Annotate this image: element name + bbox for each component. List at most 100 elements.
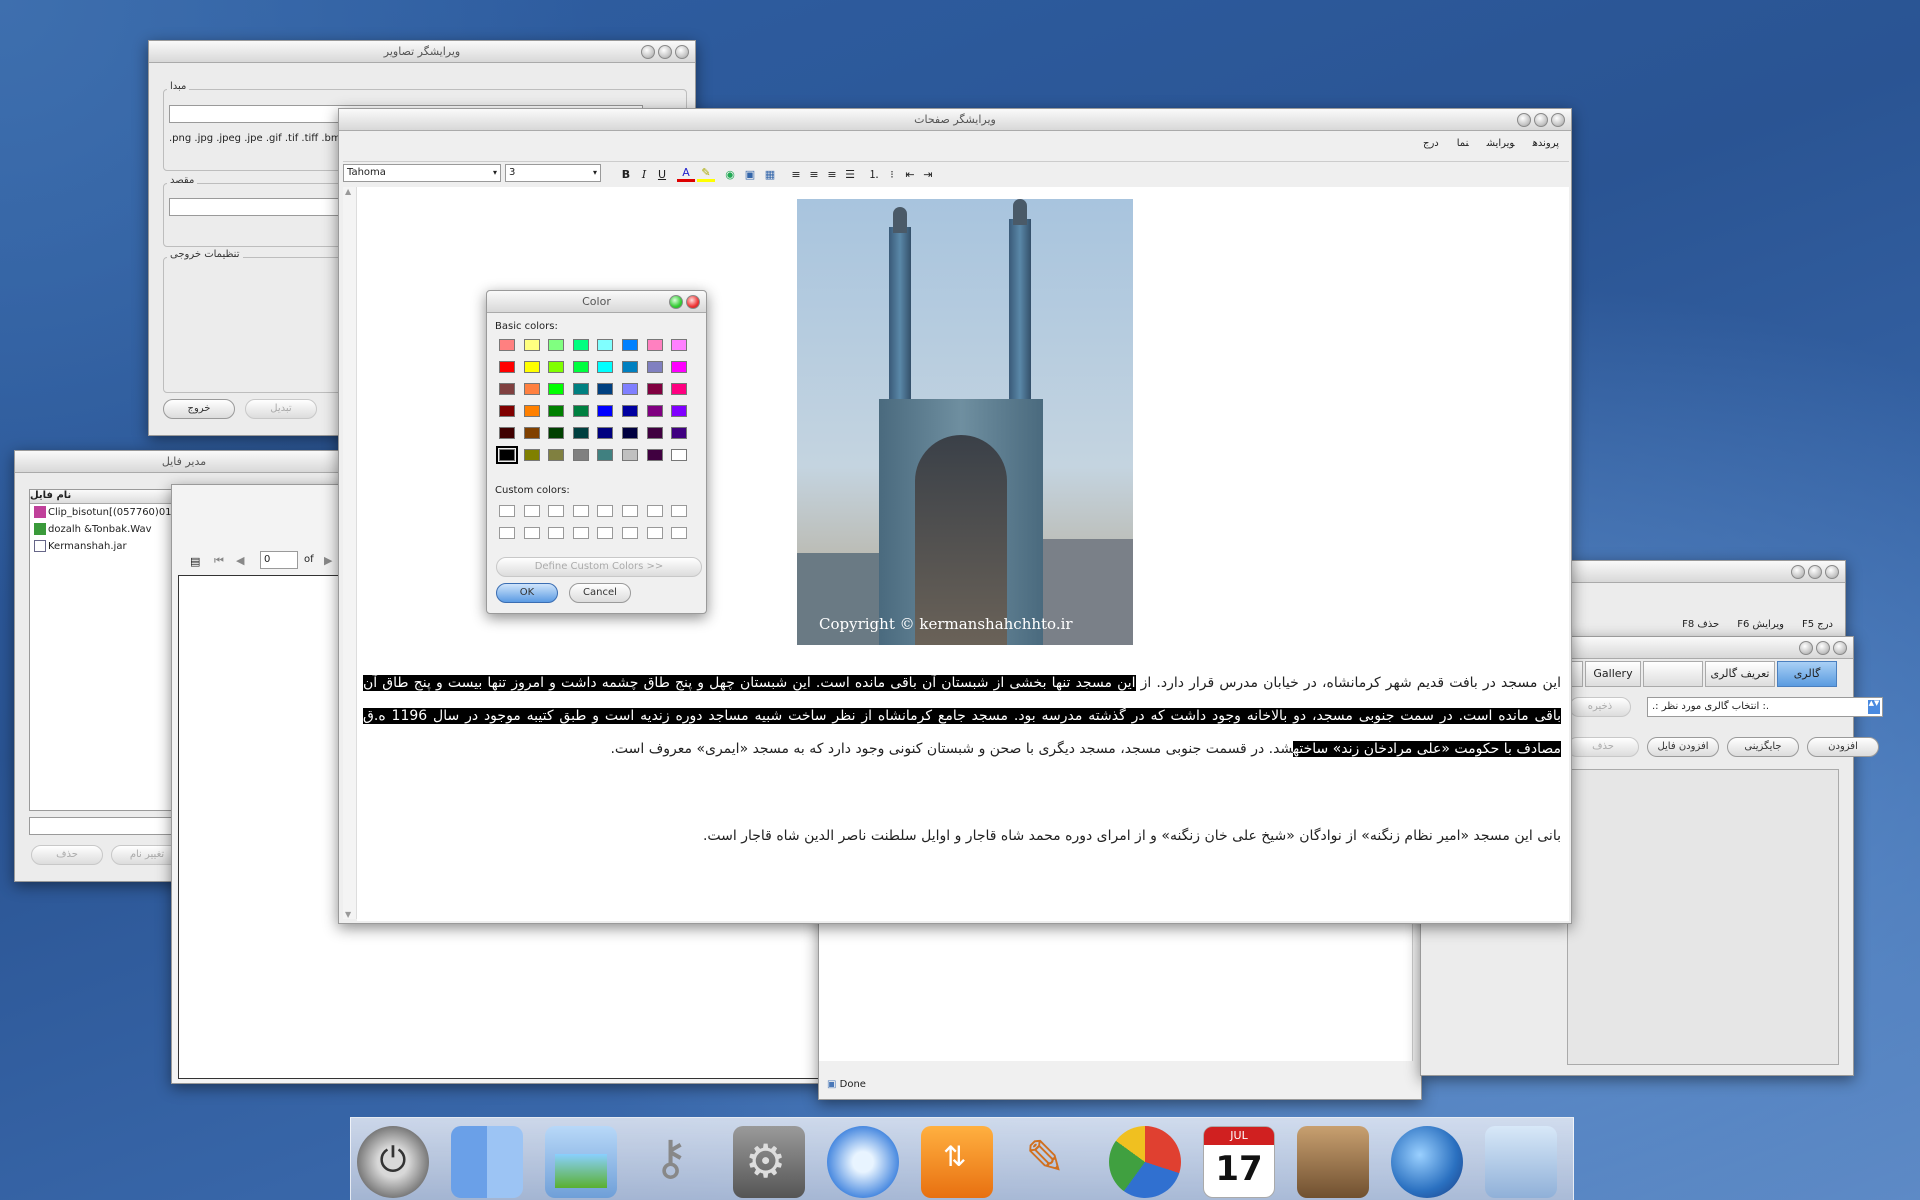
minimize-icon[interactable] [1799,641,1813,655]
cancel-button[interactable]: Cancel [569,583,631,603]
first-page-icon[interactable]: ⏮ [214,554,224,568]
file-manager-titlebar[interactable]: مدیر فایل [15,451,353,473]
justify-icon[interactable]: ☰ [841,166,859,184]
image-editor-titlebar[interactable]: ویرایشگر تصاویر [149,41,695,63]
bold-icon[interactable]: B [617,166,635,184]
custom-color-swatch[interactable] [671,527,688,539]
align-left-icon[interactable]: ≡ [787,166,805,184]
power-icon[interactable]: ⏻ [357,1126,429,1198]
format-toolbar: Tahoma ▾ 3 ▾ B I U A ✎ ◉ ▣ ▦ ≡ ≡ ≡ ☰ ⒈ ⁝ ⇤… [343,161,1569,185]
close-icon[interactable] [1551,113,1565,127]
custom-color-swatch[interactable] [548,505,565,517]
pie-chart-icon[interactable] [1109,1126,1181,1198]
close-icon[interactable] [1833,641,1847,655]
tab-define-gallery[interactable]: تعریف گالری [1705,661,1775,687]
exit-button[interactable]: خروج [163,399,235,419]
outdent-icon[interactable]: ⇤ [901,166,919,184]
custom-color-swatch[interactable] [523,505,540,517]
editor-scrollbar[interactable]: ▲ ▼ [343,187,357,919]
custom-color-swatch[interactable] [646,527,663,539]
define-custom-colors-button[interactable]: Define Custom Colors >> [496,557,702,577]
replace-button[interactable]: جایگزینی [1727,737,1799,757]
finder-icon[interactable] [451,1126,523,1198]
close-icon[interactable] [675,45,689,59]
zoom-icon[interactable] [1808,565,1822,579]
gallery-content[interactable] [1567,769,1839,1065]
font-size-select[interactable]: 3 ▾ [505,164,601,182]
network-utility-icon[interactable] [1391,1126,1463,1198]
add-button[interactable]: افزودن [1807,737,1879,757]
scroll-up-icon[interactable]: ▲ [345,187,351,196]
gallery-back-titlebar[interactable] [1569,561,1845,583]
ftp-disk-icon[interactable]: ⇅ [921,1126,993,1198]
custom-color-swatch[interactable] [646,505,663,517]
system-preferences-icon[interactable]: ⚙ [733,1126,805,1198]
keychain-icon[interactable]: ⚷ [639,1126,711,1198]
menu-delete[interactable]: حذف F8 [1682,619,1719,630]
photo-booth-icon[interactable] [1297,1126,1369,1198]
jar-file-icon [34,540,46,552]
gallery-select[interactable]: .: انتخاب گالری مورد نظر :. ▲▼ [1647,697,1883,717]
custom-color-swatch[interactable] [597,527,614,539]
custom-color-swatch[interactable] [548,527,565,539]
custom-color-swatch[interactable] [572,505,589,517]
menu-file[interactable]: پرونده [1533,138,1559,149]
mail-icon[interactable] [1485,1126,1557,1198]
add-file-button[interactable]: افزودن فایل [1647,737,1719,757]
custom-color-swatch[interactable] [499,527,515,539]
highlight-icon[interactable]: ✎ [697,166,715,182]
minimize-icon[interactable] [1791,565,1805,579]
zoom-icon[interactable] [1534,113,1548,127]
convert-button[interactable]: تبدیل [245,399,317,419]
dropdown-arrow-icon: ▾ [492,168,497,177]
minimize-icon[interactable] [1517,113,1531,127]
pictures-folder-icon[interactable] [545,1126,617,1198]
underline-icon[interactable]: U [653,166,671,184]
delete-button[interactable]: حذف [31,845,103,865]
ok-button[interactable]: OK [496,583,558,603]
font-family-select[interactable]: Tahoma ▾ [343,164,501,182]
save-button[interactable]: ذخیره [1569,697,1631,717]
align-right-icon[interactable]: ≡ [823,166,841,184]
unordered-list-icon[interactable]: ⁝ [883,166,901,184]
close-icon[interactable] [1825,565,1839,579]
menu-edit[interactable]: ویرایش F6 [1737,619,1784,630]
tab-gallery[interactable]: گالری [1777,661,1837,687]
zoom-icon[interactable] [1816,641,1830,655]
media-icon[interactable]: ▦ [761,166,779,184]
link-icon[interactable]: ◉ [721,166,739,184]
custom-color-swatch[interactable] [597,505,614,517]
custom-color-swatch[interactable] [622,527,638,539]
browser-content[interactable] [819,901,1413,1061]
safari-icon[interactable] [827,1126,899,1198]
align-center-icon[interactable]: ≡ [805,166,823,184]
font-color-icon[interactable]: A [677,166,695,182]
page-editor-titlebar[interactable]: ویرایشگر صفحات [339,109,1571,131]
menu-edit[interactable]: ویرایش [1487,138,1515,149]
minimize-icon[interactable] [641,45,655,59]
custom-color-swatch[interactable] [572,527,589,539]
menu-view[interactable]: نما [1457,138,1469,149]
pencil-ruler-icon[interactable]: ✎ [1015,1126,1087,1198]
scroll-down-icon[interactable]: ▼ [345,910,351,919]
custom-color-swatch[interactable] [622,505,638,517]
delete-gallery-button[interactable]: حذف [1567,737,1639,757]
italic-icon[interactable]: I [635,166,653,184]
tab-empty[interactable] [1643,661,1703,687]
custom-color-swatch[interactable] [671,505,688,517]
indent-icon[interactable]: ⇥ [919,166,937,184]
left-minaret-top [893,207,907,233]
prev-page-icon[interactable]: ◀ [236,554,244,567]
custom-color-swatch[interactable] [499,505,515,517]
zoom-icon[interactable] [658,45,672,59]
menu-insert[interactable]: درج [1423,138,1439,149]
ordered-list-icon[interactable]: ⒈ [865,166,883,184]
menu-insert[interactable]: درج F5 [1802,619,1833,630]
page-number-input[interactable]: 0 [260,551,298,569]
list-view-icon[interactable]: ▤ [190,555,200,568]
custom-color-swatch[interactable] [523,527,540,539]
image-icon[interactable]: ▣ [741,166,759,184]
next-page-icon[interactable]: ▶ [324,554,332,567]
calendar-icon[interactable]: JUL 17 [1203,1126,1275,1198]
tab-gallery-en[interactable]: Gallery [1585,661,1641,687]
